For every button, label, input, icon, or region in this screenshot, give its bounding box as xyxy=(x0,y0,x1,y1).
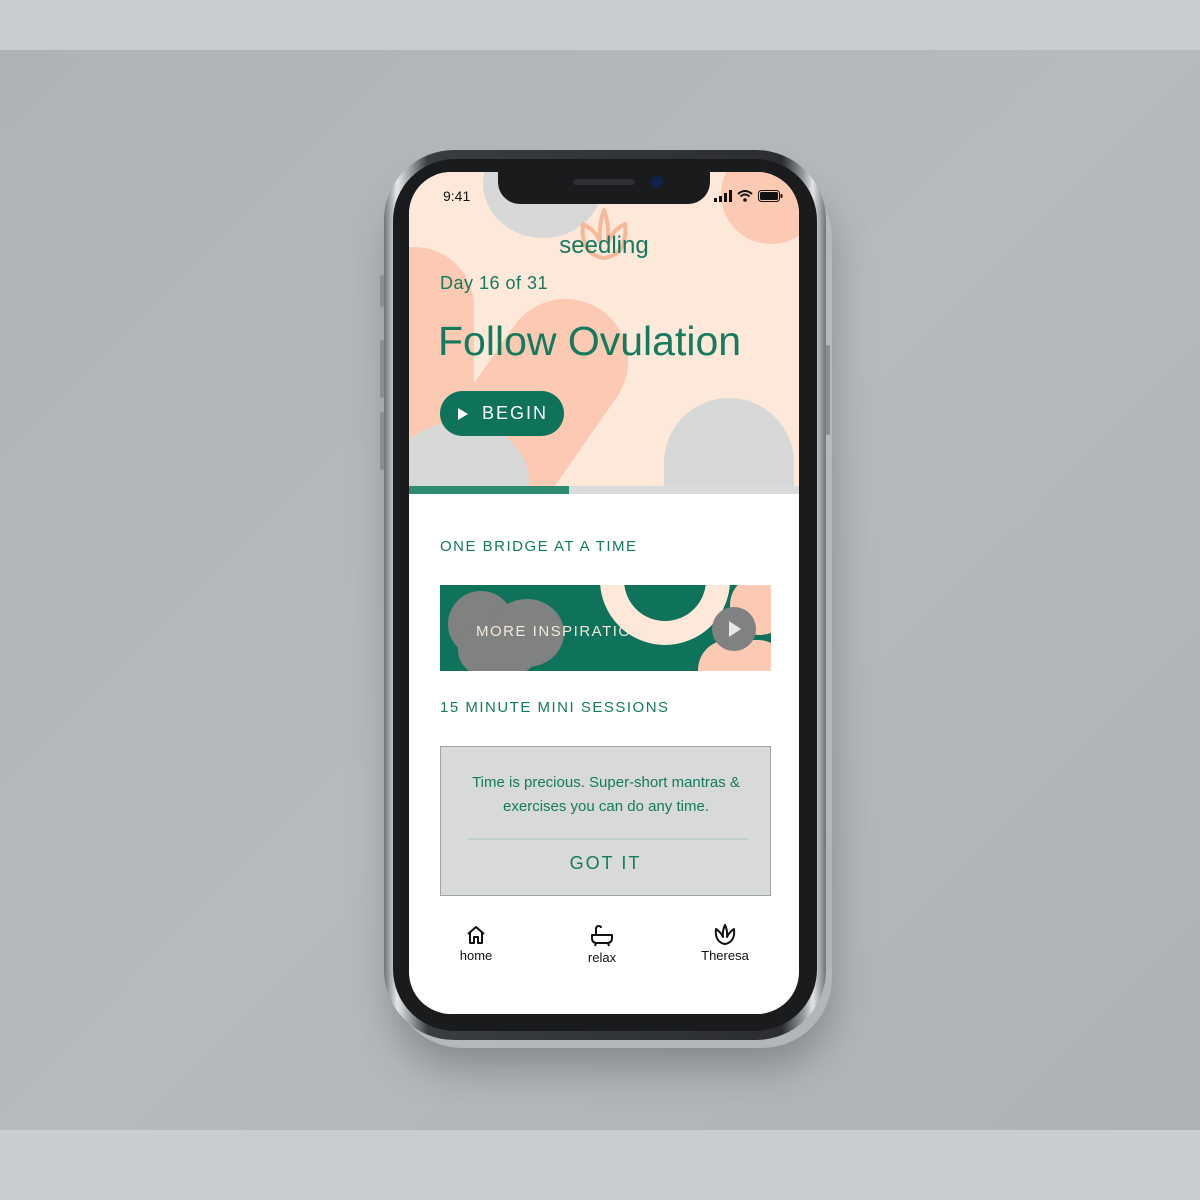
wifi-icon xyxy=(737,190,753,202)
battery-icon xyxy=(758,190,783,202)
info-card-divider xyxy=(468,838,748,840)
volume-down-button xyxy=(380,412,384,470)
more-inspiration-banner[interactable]: MORE INSPIRATION xyxy=(440,585,771,671)
nav-item-relax[interactable]: relax xyxy=(552,924,652,965)
got-it-button[interactable]: GOT IT xyxy=(441,853,770,874)
bathtub-icon xyxy=(591,924,613,947)
status-time: 9:41 xyxy=(443,188,471,204)
app-screen: 9:41 seedling Day 16 of 31 Follow Ovulat… xyxy=(409,172,799,1014)
speaker xyxy=(573,179,635,185)
more-inspiration-label: MORE INSPIRATION xyxy=(476,623,644,640)
nav-item-profile[interactable]: Theresa xyxy=(675,924,775,963)
volume-up-button xyxy=(380,340,384,398)
info-card: Time is precious. Super-short mantras & … xyxy=(440,746,771,896)
home-icon xyxy=(467,926,485,944)
nav-label-relax: relax xyxy=(587,950,617,965)
progress-bar xyxy=(409,486,799,494)
info-card-text: Time is precious. Super-short mantras & … xyxy=(472,774,740,815)
status-icons xyxy=(714,190,783,202)
background-top-band xyxy=(0,0,1200,50)
play-icon xyxy=(458,407,468,420)
app-logo-text: seedling xyxy=(559,232,649,259)
signal-icon xyxy=(714,190,732,202)
progress-fill xyxy=(409,486,569,494)
inspiration-play-button[interactable] xyxy=(712,607,756,651)
nav-item-home[interactable]: home xyxy=(426,924,526,963)
inspiration-heading: ONE BRIDGE AT A TIME xyxy=(440,538,638,555)
front-camera xyxy=(651,176,663,188)
bottom-nav: home relax Theresa xyxy=(409,924,799,984)
nav-label-profile: Theresa xyxy=(701,948,749,963)
mini-sessions-heading: 15 MINUTE MINI SESSIONS xyxy=(440,699,670,716)
lotus-icon xyxy=(714,924,736,945)
begin-label: BEGIN xyxy=(482,403,549,423)
day-counter: Day 16 of 31 xyxy=(440,273,549,293)
session-title: Follow Ovulation xyxy=(438,318,742,364)
power-button xyxy=(826,345,830,435)
camera-notch xyxy=(498,172,710,204)
mute-switch xyxy=(380,275,384,307)
background-bottom-band xyxy=(0,1130,1200,1200)
nav-label-home: home xyxy=(459,948,493,963)
begin-button[interactable]: BEGIN xyxy=(440,391,564,436)
play-icon xyxy=(729,621,741,637)
